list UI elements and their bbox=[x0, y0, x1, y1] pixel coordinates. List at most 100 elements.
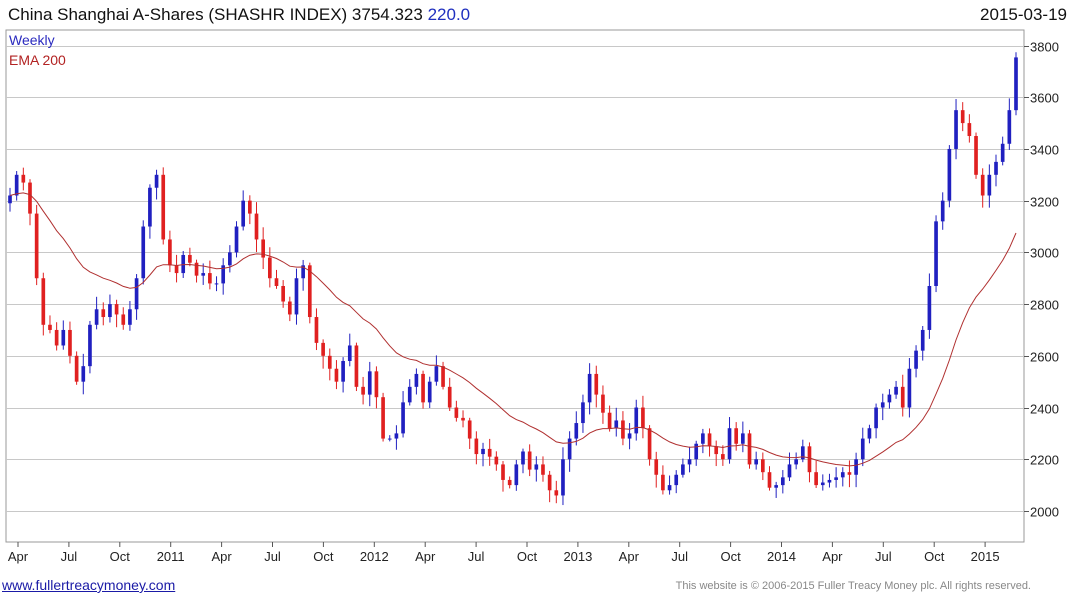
candle-body bbox=[934, 221, 938, 286]
candle-body bbox=[621, 420, 625, 439]
candle-body bbox=[507, 479, 512, 486]
x-tick-label: Apr bbox=[211, 549, 232, 564]
candle-body bbox=[721, 454, 725, 460]
candle-body bbox=[787, 464, 792, 478]
candle-body bbox=[208, 273, 212, 284]
candle-body bbox=[194, 262, 199, 276]
x-tick-label: Apr bbox=[822, 549, 843, 564]
candle-body bbox=[54, 329, 59, 346]
candle-body bbox=[334, 368, 339, 382]
candle-body bbox=[214, 283, 219, 285]
candle-body bbox=[81, 366, 86, 382]
candle-body bbox=[747, 433, 752, 465]
candle-body bbox=[14, 174, 19, 196]
candle-body bbox=[314, 317, 319, 343]
candle-body bbox=[920, 329, 925, 351]
candle-body bbox=[521, 451, 525, 465]
y-tick-label: 3800 bbox=[1030, 40, 1059, 55]
candle-body bbox=[687, 459, 692, 465]
candle-body bbox=[1014, 57, 1018, 111]
candle-body bbox=[34, 213, 39, 279]
candlestick-chart: 2000 2200 2400 2600 2800 3000 3200 3400 3600 3800… bbox=[5, 29, 1059, 564]
candle-body bbox=[248, 200, 252, 214]
x-tick-label: 2015 bbox=[971, 549, 1000, 564]
candle-body bbox=[327, 355, 332, 369]
candle-body bbox=[74, 355, 79, 382]
candle-body bbox=[401, 402, 405, 434]
candle-body bbox=[234, 226, 239, 253]
candle-body bbox=[134, 278, 139, 310]
candle-body bbox=[894, 386, 898, 395]
candle-body bbox=[8, 195, 12, 204]
candle-body bbox=[980, 174, 985, 196]
candle-body bbox=[367, 371, 372, 395]
x-tick-label: Apr bbox=[619, 549, 640, 564]
candle-body bbox=[634, 407, 639, 434]
y-tick-label: 2200 bbox=[1030, 453, 1059, 468]
candle-body bbox=[814, 472, 818, 486]
x-tick-label: Oct bbox=[110, 549, 131, 564]
candle-body bbox=[587, 373, 592, 403]
candle-body bbox=[567, 438, 572, 460]
candle-body bbox=[21, 174, 26, 183]
candle-body bbox=[860, 438, 865, 460]
website-link[interactable]: www.fullertreacymoney.com bbox=[2, 577, 175, 593]
x-tick-label: Jul bbox=[264, 549, 281, 564]
candle-body bbox=[201, 273, 206, 276]
candle-body bbox=[347, 345, 352, 361]
candle-body bbox=[907, 368, 912, 408]
candle-body bbox=[128, 309, 132, 325]
candle-body bbox=[181, 254, 186, 274]
legend-weekly: Weekly bbox=[9, 32, 55, 48]
candle-body bbox=[661, 474, 665, 491]
candle-body bbox=[427, 381, 432, 403]
x-tick-label: 2012 bbox=[360, 549, 389, 564]
candle-body bbox=[947, 148, 952, 201]
candle-body bbox=[554, 490, 559, 496]
candle-body bbox=[647, 428, 652, 460]
candle-body bbox=[854, 459, 858, 475]
x-tick-label: Jul bbox=[468, 549, 485, 564]
candle-body bbox=[381, 397, 385, 439]
candle-body bbox=[487, 448, 492, 457]
candle-body bbox=[607, 412, 612, 429]
candle-body bbox=[474, 438, 479, 455]
candle-body bbox=[467, 420, 472, 439]
copyright-text: This website is © 2006-2015 Fuller Treac… bbox=[675, 580, 1031, 592]
candle-body bbox=[88, 324, 92, 367]
candle-body bbox=[874, 407, 878, 429]
candle-body bbox=[940, 200, 945, 222]
candle-body bbox=[994, 161, 998, 175]
legend-ema: EMA 200 bbox=[9, 52, 66, 68]
candle-body bbox=[780, 477, 785, 486]
candle-body bbox=[447, 386, 452, 408]
candle-body bbox=[481, 448, 485, 455]
candle-body bbox=[820, 482, 825, 486]
candle-body bbox=[614, 420, 619, 429]
candle-body bbox=[141, 226, 146, 279]
candle-body bbox=[887, 394, 892, 403]
x-tick-label: Apr bbox=[415, 549, 436, 564]
y-tick-label: 2000 bbox=[1030, 505, 1059, 520]
candle-body bbox=[281, 286, 285, 302]
candle-body bbox=[867, 428, 872, 439]
candle-body bbox=[594, 373, 599, 395]
candle-body bbox=[148, 187, 152, 227]
candle-body bbox=[627, 433, 632, 439]
x-tick-label: Oct bbox=[720, 549, 741, 564]
candle-layer bbox=[8, 52, 1018, 506]
candle-body bbox=[321, 342, 325, 356]
x-tick-label: Apr bbox=[8, 549, 29, 564]
candle-body bbox=[714, 446, 719, 455]
candle-body bbox=[441, 366, 445, 387]
candle-body bbox=[794, 459, 798, 465]
candle-body bbox=[581, 402, 585, 424]
x-tick-label: 2013 bbox=[563, 549, 592, 564]
candle-body bbox=[41, 278, 46, 325]
candle-body bbox=[840, 472, 845, 478]
candle-body bbox=[754, 459, 759, 465]
candle-body bbox=[534, 464, 539, 470]
candle-body bbox=[494, 456, 499, 465]
candle-body bbox=[654, 459, 659, 475]
candle-body bbox=[161, 174, 166, 240]
